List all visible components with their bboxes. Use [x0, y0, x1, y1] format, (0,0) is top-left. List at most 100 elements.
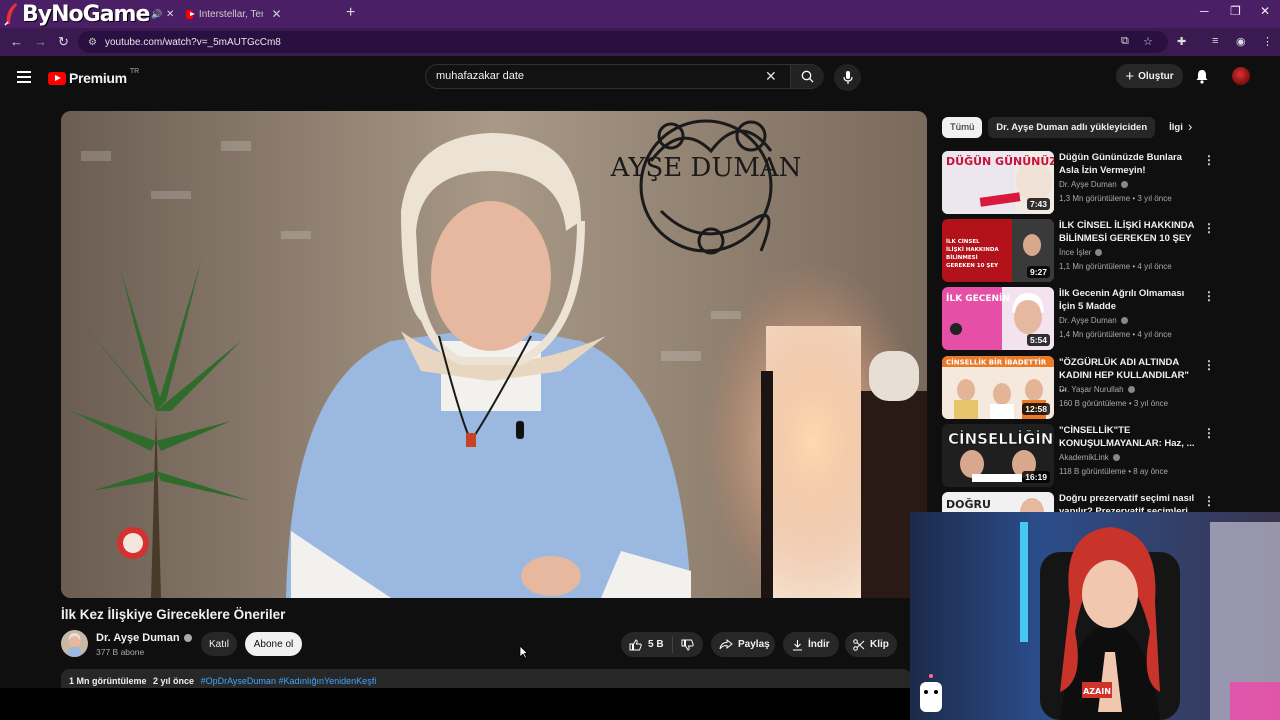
- verified-icon: [1127, 386, 1135, 393]
- recommendation-item[interactable]: DOĞRU Doğru prezervatif seçimi nasıl yap…: [942, 492, 1212, 512]
- verified-icon: [1095, 249, 1103, 256]
- rec-channel[interactable]: Dr. Ayşe Duman: [1059, 180, 1128, 189]
- browser-toolbar: ← → ↻ ⚙ youtube.com/watch?v=_5mAUTGcCm8 …: [0, 28, 1280, 56]
- rec-channel[interactable]: Dr. Ayşe Duman: [1059, 316, 1128, 325]
- video-frame: AYŞE DUMAN: [61, 111, 927, 598]
- cast-icon[interactable]: ⧉: [1121, 35, 1129, 48]
- menu-icon[interactable]: [17, 71, 31, 86]
- profile-icon[interactable]: ◉: [1236, 35, 1246, 48]
- video-thumbnail[interactable]: DÜĞÜN GÜNÜNÜZDE 7:43: [942, 151, 1054, 214]
- tab-1-close-icon[interactable]: ✕: [166, 4, 174, 24]
- browser-tab-bar: ByNoGame 🔊 ✕ Interstellar, Tenet, Termin…: [0, 0, 1280, 28]
- chip-all[interactable]: Tümü: [942, 117, 983, 138]
- rec-meta: 118 B görüntüleme • 8 ay önce: [1059, 467, 1168, 476]
- svg-text:BİLİNMESİ: BİLİNMESİ: [946, 254, 978, 261]
- bookmark-star-icon[interactable]: ☆: [1143, 35, 1153, 48]
- rec-title[interactable]: Düğün Gününüzde Bunlara Asla İzin Vermey…: [1059, 151, 1199, 177]
- video-player[interactable]: AYŞE DUMAN: [61, 111, 927, 598]
- recommendation-item[interactable]: CİNSELLİĞİN 16:19 "CİNSELLİK"TE KONUŞULM…: [942, 424, 1215, 488]
- verified-icon: [1120, 317, 1128, 324]
- new-tab-icon[interactable]: +: [346, 4, 355, 22]
- rec-channel[interactable]: AkademikLink: [1059, 453, 1120, 462]
- more-options-icon[interactable]: ⋮: [1203, 494, 1212, 508]
- tab-youtube[interactable]: Interstellar, Tenet, Terminator: Hangi f…: [186, 4, 336, 24]
- recommendation-item[interactable]: CİNSELLİK BİR İBADETTİR 12:58 "ÖZGÜRLÜK …: [942, 356, 1215, 420]
- browser-menu-icon[interactable]: ⋮: [1262, 35, 1273, 48]
- channel-avatar[interactable]: [61, 630, 88, 657]
- verified-icon: [1112, 454, 1120, 461]
- youtube-premium-logo[interactable]: Premium TR: [48, 68, 139, 86]
- video-title: İlk Kez İlişkiye Gireceklere Öneriler: [61, 607, 286, 622]
- tab-1-audio-icon[interactable]: 🔊: [151, 4, 162, 24]
- microphone-icon: [842, 70, 853, 84]
- search-button[interactable]: [790, 65, 824, 88]
- svg-text:CİNSELLİK BİR İBADETTİR: CİNSELLİK BİR İBADETTİR: [946, 358, 1047, 367]
- verified-icon: [1120, 181, 1128, 188]
- more-options-icon[interactable]: ⋮: [1203, 426, 1215, 440]
- recommendation-item[interactable]: İLK CİNSEL İLİŞKİ HAKKINDA BİLİNMESİ GEREKE…: [942, 219, 1215, 283]
- rec-title[interactable]: "CİNSELLİK"TE KONUŞULMAYANLAR: Haz, ...: [1059, 424, 1199, 450]
- hashtags[interactable]: #OpDrAyseDuman #KadınlığınYenidenKeşfi: [201, 676, 377, 686]
- video-thumbnail[interactable]: İLK GECENİN 5:54: [942, 287, 1054, 350]
- more-options-icon[interactable]: ⋮: [1203, 221, 1215, 235]
- svg-text:GEREKEN 10 ŞEY: GEREKEN 10 ŞEY: [946, 263, 999, 269]
- youtube-header: Premium TR muhafazakar date ✕ + Oluştur: [0, 56, 1280, 100]
- join-button[interactable]: Katıl: [201, 632, 237, 656]
- rec-title[interactable]: Doğru prezervatif seçimi nasıl yapılır? …: [1059, 492, 1199, 512]
- duration-badge: 5:54: [1026, 334, 1050, 346]
- like-dislike-group: 5 B: [621, 632, 703, 657]
- extensions-icon[interactable]: ✚: [1177, 35, 1186, 48]
- feather-icon: [4, 3, 17, 26]
- dislike-icon[interactable]: [681, 639, 694, 651]
- back-icon[interactable]: ←: [10, 34, 23, 49]
- reload-icon[interactable]: ↻: [58, 34, 69, 50]
- rec-meta: 1,1 Mn görüntüleme • 4 yıl önce: [1059, 262, 1172, 271]
- video-thumbnail[interactable]: CİNSELLİĞİN 16:19: [942, 424, 1054, 487]
- tab-close-icon[interactable]: ✕: [271, 7, 336, 21]
- window-close-icon[interactable]: ✕: [1260, 4, 1270, 18]
- video-thumbnail[interactable]: CİNSELLİK BİR İBADETTİR 12:58: [942, 356, 1054, 419]
- like-button[interactable]: 5 B: [621, 636, 673, 653]
- search-box[interactable]: muhafazakar date ✕: [425, 64, 824, 89]
- chip-from-uploader[interactable]: Dr. Ayşe Duman adlı yükleyiciden: [988, 117, 1156, 138]
- forward-icon[interactable]: →: [34, 34, 47, 49]
- rec-title[interactable]: İlk Gecenin Ağrılı Olmaması İçin 5 Madde: [1059, 287, 1199, 313]
- more-options-icon[interactable]: ⋮: [1203, 289, 1215, 303]
- rec-meta: 1,3 Mn görüntüleme • 3 yıl önce: [1059, 194, 1172, 203]
- recommendation-item[interactable]: İLK GECENİN 5:54 İlk Gecenin Ağrılı Olma…: [942, 287, 1215, 351]
- more-options-icon[interactable]: ⋮: [1203, 153, 1215, 167]
- subscriber-count: 377 B abone: [96, 647, 145, 657]
- media-control-icon[interactable]: ≡: [1212, 35, 1218, 47]
- youtube-play-icon: [48, 71, 66, 85]
- notifications-icon[interactable]: [1195, 69, 1209, 84]
- verified-icon: [183, 634, 192, 642]
- svg-text:DOĞRU: DOĞRU: [946, 498, 991, 511]
- chevron-right-icon[interactable]: ›: [1188, 119, 1192, 134]
- subscribe-button[interactable]: Abone ol: [245, 632, 302, 656]
- rec-meta: 160 B görüntüleme • 3 yıl önce: [1059, 399, 1169, 408]
- recommendation-item[interactable]: DÜĞÜN GÜNÜNÜZDE 7:43 Düğün Gününüzde Bun…: [942, 151, 1215, 215]
- address-bar[interactable]: ⚙ youtube.com/watch?v=_5mAUTGcCm8: [78, 31, 1168, 53]
- voice-search-button[interactable]: [834, 64, 861, 91]
- clear-search-icon[interactable]: ✕: [765, 68, 777, 85]
- create-button[interactable]: + Oluştur: [1116, 64, 1183, 88]
- thumbnail-image: DOĞRU: [942, 492, 1054, 512]
- share-button[interactable]: Paylaş: [711, 632, 775, 657]
- video-thumbnail[interactable]: İLK CİNSEL İLİŞKİ HAKKINDA BİLİNMESİ GEREKE…: [942, 219, 1054, 282]
- rec-channel[interactable]: İnce İşler: [1059, 248, 1103, 257]
- channel-name[interactable]: Dr. Ayşe Duman: [96, 632, 192, 644]
- video-thumbnail[interactable]: DOĞRU: [942, 492, 1054, 512]
- maximize-icon[interactable]: ❐: [1230, 4, 1241, 18]
- download-button[interactable]: İndir: [783, 632, 839, 657]
- more-options-icon[interactable]: ⋮: [1203, 358, 1215, 372]
- rec-title[interactable]: İLK CİNSEL İLİŞKİ HAKKINDA BİLİNMESİ GER…: [1059, 219, 1199, 245]
- clip-button[interactable]: Klip: [845, 632, 897, 657]
- site-info-icon[interactable]: ⚙: [88, 37, 97, 48]
- svg-text:AZAIN: AZAIN: [1083, 687, 1111, 696]
- chip-related[interactable]: İlgili: [1161, 117, 1183, 138]
- search-input[interactable]: muhafazakar date: [436, 70, 524, 82]
- rec-channel[interactable]: Dr. Yaşar Nurullah: [1059, 385, 1135, 394]
- account-avatar[interactable]: [1232, 67, 1250, 85]
- minimize-icon[interactable]: ─: [1200, 4, 1209, 18]
- svg-text:DÜĞÜN GÜNÜNÜZDE: DÜĞÜN GÜNÜNÜZDE: [946, 154, 1054, 168]
